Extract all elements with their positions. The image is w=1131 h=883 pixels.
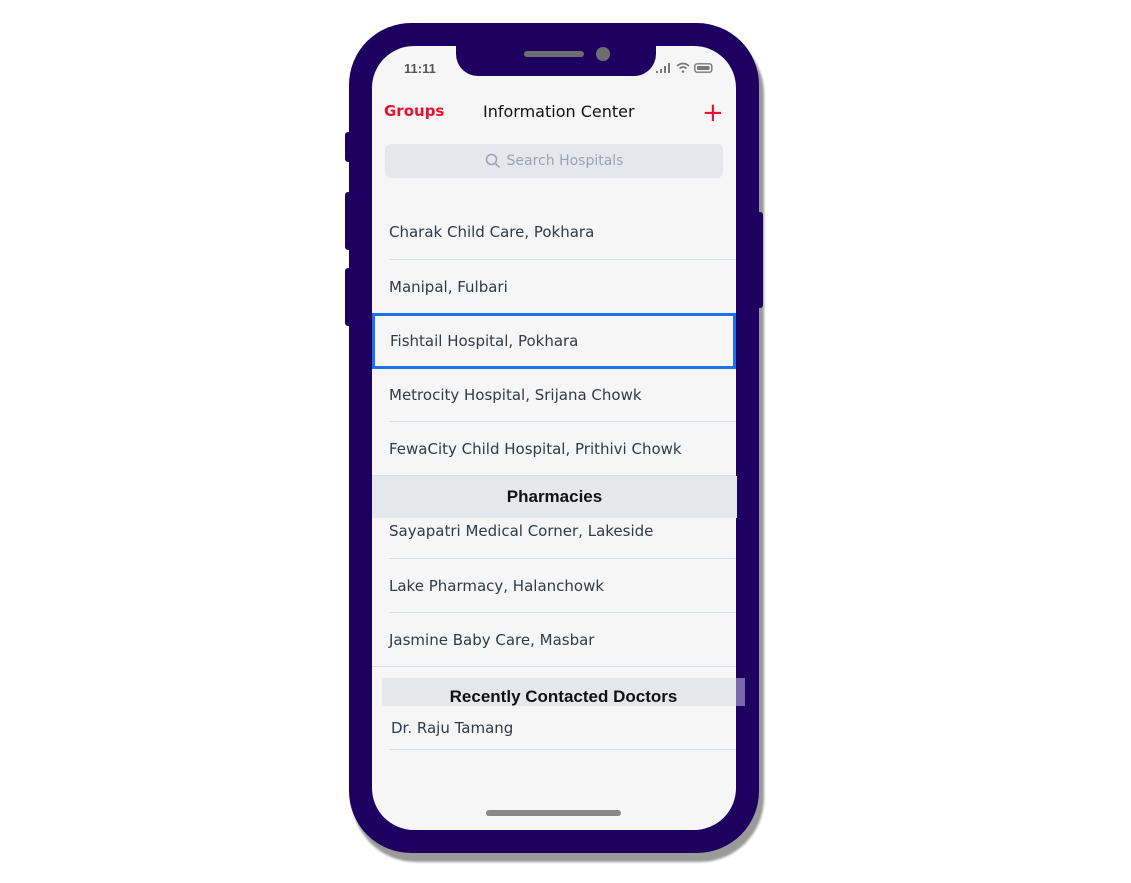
- hospital-name: Manipal, Fulbari: [389, 278, 508, 296]
- camera: [596, 47, 610, 61]
- hospital-name: FewaCity Child Hospital, Prithivi Chowk: [389, 440, 682, 458]
- add-button[interactable]: +: [702, 100, 724, 126]
- pharmacy-name: Jasmine Baby Care, Masbar: [389, 631, 595, 649]
- battery-icon: [694, 62, 713, 73]
- header-overflow: [736, 678, 745, 706]
- pharmacy-name: Sayapatri Medical Corner, Lakeside: [389, 522, 654, 540]
- doctors-section-header: Recently Contacted Doctors: [382, 678, 745, 706]
- home-indicator[interactable]: [486, 810, 621, 816]
- doctor-item[interactable]: Dr. Raju Tamang: [372, 708, 736, 748]
- pharmacy-item[interactable]: Jasmine Baby Care, Masbar: [372, 613, 736, 667]
- pharmacy-name: Lake Pharmacy, Halanchowk: [389, 577, 605, 595]
- wifi-icon: [676, 62, 690, 73]
- volume-up-button: [345, 192, 351, 250]
- doctor-name: Dr. Raju Tamang: [391, 719, 514, 737]
- divider: [389, 749, 736, 750]
- hospital-name: Metrocity Hospital, Srijana Chowk: [389, 386, 642, 404]
- signal-icon: [656, 62, 670, 73]
- pharmacy-item[interactable]: Lake Pharmacy, Halanchowk: [372, 559, 736, 613]
- status-time: 11:11: [404, 61, 436, 76]
- search-input[interactable]: Search Hospitals: [385, 144, 723, 178]
- power-button: [757, 212, 763, 308]
- divider: [372, 666, 736, 667]
- search-placeholder: Search Hospitals: [506, 153, 624, 169]
- page-title: Information Center: [483, 102, 635, 121]
- hospital-item[interactable]: Manipal, Fulbari: [372, 260, 736, 314]
- groups-button[interactable]: Groups: [384, 102, 444, 120]
- volume-down-button: [345, 268, 351, 326]
- notch: [456, 44, 656, 76]
- pharmacies-section-header: Pharmacies: [372, 476, 737, 518]
- silent-switch: [345, 132, 351, 162]
- search-icon: [485, 153, 500, 169]
- hospital-item[interactable]: Charak Child Care, Pokhara: [372, 205, 736, 259]
- hospital-item-selected[interactable]: Fishtail Hospital, Pokhara: [372, 313, 736, 369]
- hospital-item[interactable]: Metrocity Hospital, Srijana Chowk: [372, 368, 736, 422]
- hospital-item[interactable]: FewaCity Child Hospital, Prithivi Chowk: [372, 422, 736, 476]
- hospital-name: Fishtail Hospital, Pokhara: [390, 332, 579, 350]
- hospital-name: Charak Child Care, Pokhara: [389, 223, 595, 241]
- pharmacy-item[interactable]: Sayapatri Medical Corner, Lakeside: [372, 516, 736, 550]
- speaker: [524, 51, 584, 57]
- status-icons: [656, 62, 714, 73]
